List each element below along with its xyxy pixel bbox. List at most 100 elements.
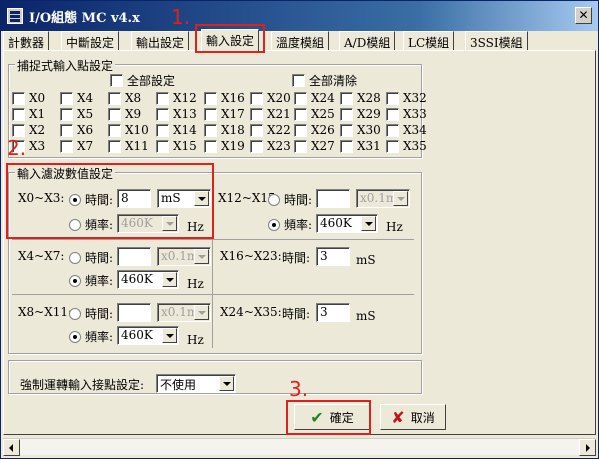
horizontal-scrollbar[interactable]	[3, 438, 596, 456]
x12-x15-freq-radio[interactable]: 頻率:	[268, 216, 312, 233]
chevron-down-icon	[162, 328, 177, 343]
range-label-x16-x23: X16~X23:	[220, 249, 282, 263]
capture-checkbox-x0[interactable]: X0	[12, 91, 45, 105]
tab-3ssi-module[interactable]: 3SSI模組	[465, 31, 528, 50]
x12-x15-time-input[interactable]	[316, 189, 350, 208]
select-all-label: 全部設定	[127, 74, 176, 88]
capture-checkbox-x31[interactable]: X31	[340, 139, 381, 153]
capture-checkbox-x9[interactable]: X9	[108, 107, 141, 121]
tab-output[interactable]: 輸出設定	[131, 31, 190, 50]
select-value: 460K	[320, 216, 352, 230]
tab-interrupt[interactable]: 中斷設定	[61, 31, 120, 50]
tab-ad-module[interactable]: A/D模組	[339, 31, 396, 50]
tab-temperature[interactable]: 溫度模組	[271, 31, 330, 50]
x12-x15-time-radio[interactable]: 時間:	[268, 191, 312, 208]
x4-x7-time-radio[interactable]: 時間:	[69, 249, 113, 266]
capture-checkbox-x10[interactable]: X10	[108, 123, 149, 137]
capture-checkbox-x8[interactable]: X8	[108, 91, 141, 105]
capture-checkbox-x29[interactable]: X29	[340, 107, 381, 121]
divider	[12, 239, 414, 240]
checkbox-box	[108, 139, 121, 153]
x4-x7-time-unit-select[interactable]: x0.1mS	[157, 247, 211, 266]
tab-counter[interactable]: 計數器	[3, 31, 50, 50]
capture-checkbox-x28[interactable]: X28	[340, 91, 381, 105]
checkbox-box	[340, 139, 353, 153]
capture-checkbox-x19[interactable]: X19	[204, 139, 245, 153]
x4-x7-freq-select[interactable]: 460K	[117, 270, 179, 289]
x16-x23-time-input[interactable]: 3	[316, 247, 350, 266]
tab-input[interactable]: 輸入設定	[201, 29, 260, 51]
checkbox-label: X6	[77, 123, 94, 137]
capture-checkbox-x32[interactable]: X32	[386, 91, 427, 105]
scroll-left-arrow-icon[interactable]	[3, 439, 20, 456]
capture-checkbox-x24[interactable]: X24	[294, 91, 335, 105]
x8-x11-freq-radio[interactable]: 頻率:	[69, 328, 113, 345]
capture-checkbox-x13[interactable]: X13	[156, 107, 197, 121]
title-bar: I/O組態 MC v4.x ✕	[1, 1, 598, 31]
scroll-right-arrow-icon[interactable]	[579, 439, 596, 456]
capture-checkbox-x6[interactable]: X6	[60, 123, 93, 137]
checkbox-label: X18	[221, 123, 245, 137]
tab-lc-module[interactable]: LC模組	[403, 31, 455, 50]
capture-checkbox-x23[interactable]: X23	[250, 139, 291, 153]
capture-checkbox-x17[interactable]: X17	[204, 107, 245, 121]
capture-checkbox-x30[interactable]: X30	[340, 123, 381, 137]
close-button[interactable]: ✕	[575, 7, 592, 24]
capture-checkbox-x34[interactable]: X34	[386, 123, 427, 137]
radio-dot	[268, 193, 280, 206]
chevron-down-icon	[361, 216, 376, 231]
capture-checkbox-x2[interactable]: X2	[12, 123, 45, 137]
x8-x11-time-input[interactable]	[117, 303, 151, 322]
capture-checkbox-x20[interactable]: X20	[250, 91, 291, 105]
checkbox-box	[386, 91, 399, 105]
capture-checkbox-x33[interactable]: X33	[386, 107, 427, 121]
capture-checkbox-x11[interactable]: X11	[108, 139, 149, 153]
ms-unit: mS	[356, 309, 376, 323]
checkbox-label: X20	[267, 91, 291, 105]
x24-x35-time-input[interactable]: 3	[316, 303, 350, 322]
capture-checkbox-x12[interactable]: X12	[156, 91, 197, 105]
checkbox-label: X17	[221, 107, 245, 121]
force-run-select[interactable]: 不使用	[156, 374, 236, 393]
radio-dot	[69, 274, 81, 287]
checkbox-label: X12	[173, 91, 197, 105]
capture-checkbox-x25[interactable]: X25	[294, 107, 335, 121]
x4-x7-time-input[interactable]	[117, 247, 151, 266]
checkbox-box	[156, 123, 169, 137]
x12-x15-freq-select[interactable]: 460K	[316, 214, 378, 233]
capture-checkbox-x15[interactable]: X15	[156, 139, 197, 153]
x12-x15-time-unit-select[interactable]: x0.1mS	[356, 189, 410, 208]
checkbox-box	[156, 107, 169, 121]
chevron-down-icon	[194, 305, 209, 320]
clear-all-checkbox[interactable]: 全部清除	[292, 72, 357, 89]
capture-checkbox-x21[interactable]: X21	[250, 107, 291, 121]
cancel-button[interactable]: ✘ 取消	[380, 404, 446, 430]
capture-checkbox-x18[interactable]: X18	[204, 123, 245, 137]
capture-checkbox-x7[interactable]: X7	[60, 139, 93, 153]
annotation-step-1: 1.	[171, 5, 191, 29]
capture-checkbox-x26[interactable]: X26	[294, 123, 335, 137]
x8-x11-time-radio[interactable]: 時間:	[69, 305, 113, 322]
x4-x7-freq-radio[interactable]: 頻率:	[69, 272, 113, 289]
capture-checkbox-x4[interactable]: X4	[60, 91, 93, 105]
checkbox-box	[386, 123, 399, 137]
capture-checkbox-x16[interactable]: X16	[204, 91, 245, 105]
checkbox-box	[340, 123, 353, 137]
checkbox-label: X11	[125, 139, 149, 153]
capture-checkbox-x5[interactable]: X5	[60, 107, 93, 121]
hz-unit: Hz	[187, 333, 204, 347]
hz-unit: Hz	[386, 220, 403, 234]
x8-x11-time-unit-select[interactable]: x0.1mS	[157, 303, 211, 322]
checkbox-label: X8	[125, 91, 142, 105]
capture-checkbox-x22[interactable]: X22	[250, 123, 291, 137]
select-value: 460K	[121, 328, 153, 342]
capture-checkbox-x27[interactable]: X27	[294, 139, 335, 153]
time-label: 時間:	[284, 193, 313, 207]
capture-checkbox-x35[interactable]: X35	[386, 139, 427, 153]
capture-checkbox-x1[interactable]: X1	[12, 107, 45, 121]
checkbox-label: X10	[125, 123, 149, 137]
capture-checkbox-x14[interactable]: X14	[156, 123, 197, 137]
select-all-checkbox[interactable]: 全部設定	[110, 72, 175, 89]
x8-x11-freq-select[interactable]: 460K	[117, 326, 179, 345]
checkbox-box	[294, 139, 307, 153]
